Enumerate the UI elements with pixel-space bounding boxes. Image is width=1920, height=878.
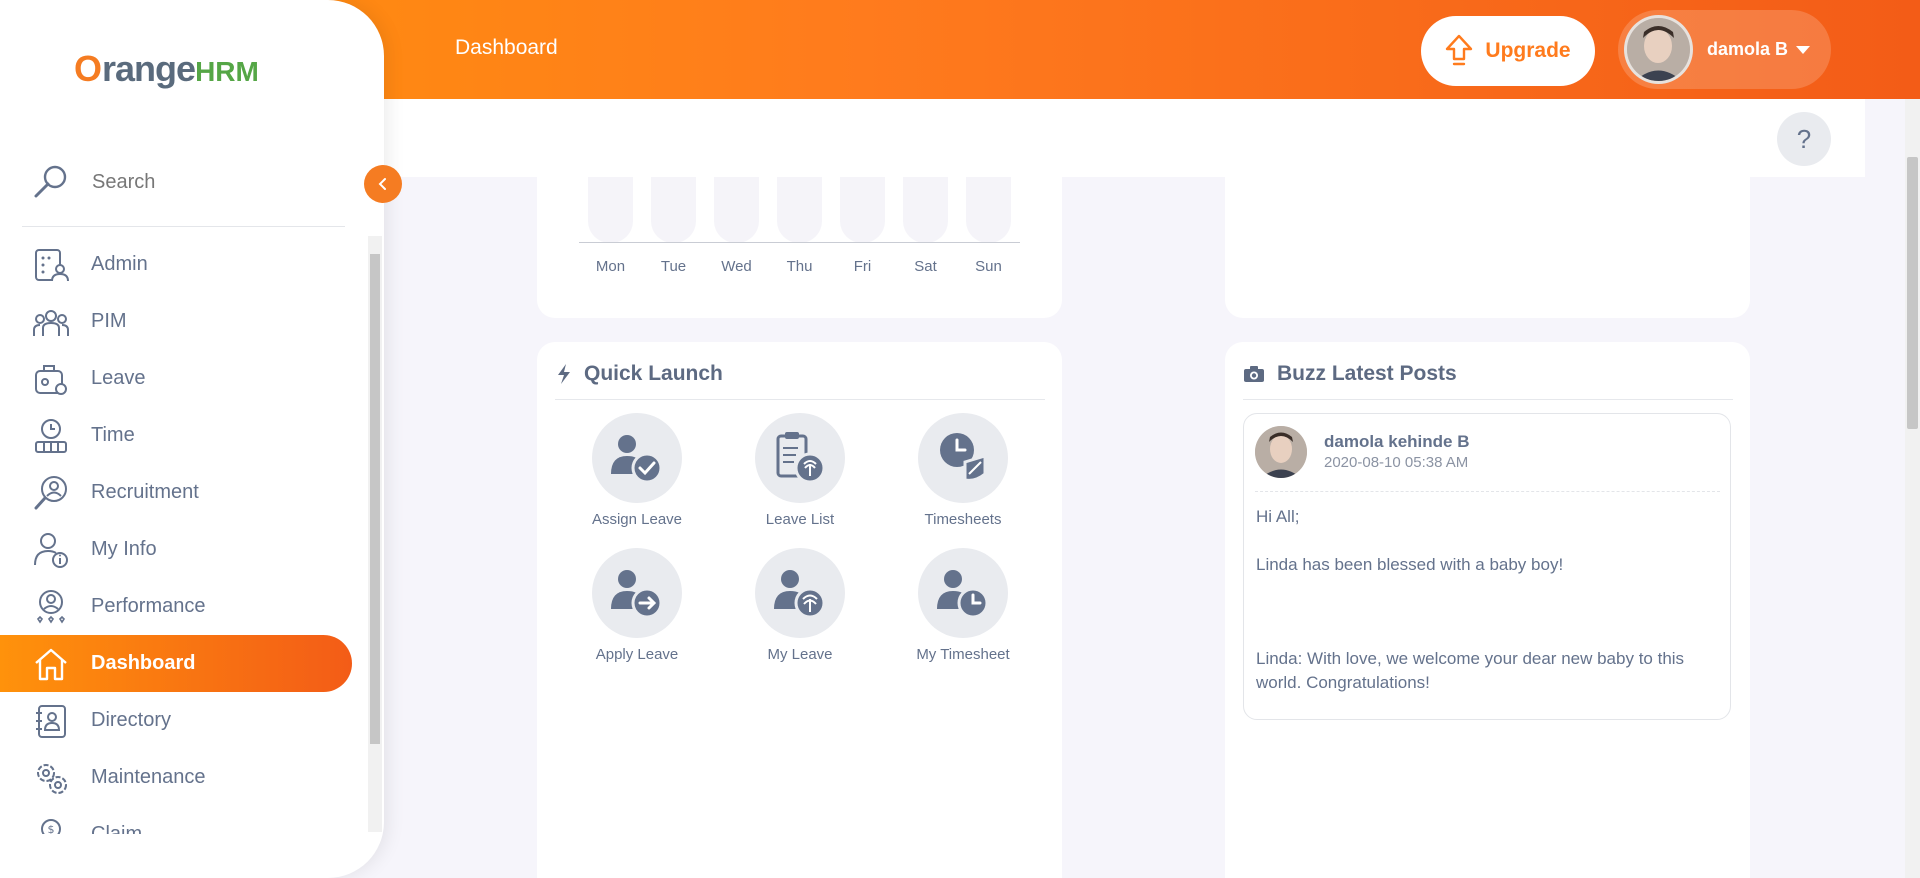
week-bar xyxy=(840,177,885,243)
sidebar-item-recruitment[interactable]: Recruitment xyxy=(0,464,352,521)
sidebar-item-time[interactable]: Time xyxy=(0,407,352,464)
chevron-down-icon xyxy=(1796,45,1811,54)
chart-axis xyxy=(579,242,1020,243)
claim-icon: $ xyxy=(41,818,61,835)
quick-launch-label: Assign Leave xyxy=(591,511,683,528)
upgrade-arrow-icon xyxy=(1446,34,1473,66)
chevron-left-icon xyxy=(378,178,386,190)
week-bar xyxy=(966,177,1011,243)
sidebar: OrangeHRM Search Admin PIM Leave Time Re… xyxy=(0,0,384,878)
buzz-title: Buzz Latest Posts xyxy=(1277,362,1457,385)
home-icon xyxy=(35,648,67,680)
day-label: Mon xyxy=(595,258,626,275)
sidebar-scrollbar[interactable] xyxy=(368,236,382,832)
avatar xyxy=(1255,426,1307,478)
quick-launch-my-leave[interactable]: My Leave xyxy=(725,548,875,663)
sidebar-item-my-info[interactable]: My Info xyxy=(0,521,352,578)
sidebar-item-pim[interactable]: PIM xyxy=(0,293,352,350)
time-icon xyxy=(35,418,67,453)
quick-launch-apply-leave[interactable]: Apply Leave xyxy=(562,548,712,663)
my-info-icon xyxy=(34,532,68,568)
orangehrm-logo: OrangeHRM xyxy=(74,48,259,89)
sidebar-item-admin[interactable]: Admin xyxy=(0,236,352,293)
sidebar-clip: $ Claim xyxy=(0,806,352,834)
day-label: Tue xyxy=(660,258,687,275)
upgrade-label: Upgrade xyxy=(1485,39,1571,62)
search-label: Search xyxy=(92,170,156,193)
week-bar xyxy=(903,177,948,243)
apply-leave-icon xyxy=(611,570,663,619)
quick-launch-header: Quick Launch xyxy=(556,362,723,386)
quick-launch-label: Timesheets xyxy=(924,511,1002,528)
post-date: 2020-08-10 05:38 AM xyxy=(1324,454,1469,471)
assign-leave-icon xyxy=(611,435,663,484)
svg-text:$: $ xyxy=(48,823,55,835)
quick-launch-label: My Leave xyxy=(767,646,833,663)
page-title: Dashboard xyxy=(455,36,558,59)
collapse-sidebar-button[interactable] xyxy=(364,165,402,203)
sidebar-item-maintenance[interactable]: Maintenance xyxy=(0,749,352,806)
lightning-icon xyxy=(558,364,570,384)
week-bar xyxy=(777,177,822,243)
quick-launch-label: Apply Leave xyxy=(595,646,679,663)
leave-list-icon xyxy=(776,432,826,484)
day-label: Fri xyxy=(853,258,872,275)
day-label: Sat xyxy=(914,258,937,275)
divider xyxy=(1243,399,1733,400)
post-text: Linda: With love, we welcome your dear n… xyxy=(1256,649,1685,692)
day-label: Wed xyxy=(721,258,752,275)
upgrade-button[interactable]: Upgrade xyxy=(1421,16,1595,86)
summary-card xyxy=(1225,150,1750,318)
sidebar-item-directory[interactable]: Directory xyxy=(0,692,352,749)
day-label: Sun xyxy=(975,258,1002,275)
post-text: Linda has been blessed with a baby boy! xyxy=(1256,555,1564,574)
maintenance-icon xyxy=(37,763,67,794)
my-timesheet-icon xyxy=(937,570,989,619)
quick-launch-label: Leave List xyxy=(765,511,835,528)
sidebar-item-dashboard[interactable]: Dashboard xyxy=(0,635,352,692)
my-leave-icon xyxy=(774,570,826,619)
quick-launch-leave-list[interactable]: Leave List xyxy=(725,413,875,528)
sidebar-item-claim[interactable]: $ Claim xyxy=(0,806,352,834)
divider xyxy=(555,399,1045,400)
sidebar-item-leave[interactable]: Leave xyxy=(0,350,352,407)
user-menu[interactable]: damola B xyxy=(1618,10,1831,89)
admin-icon xyxy=(35,248,69,281)
recruitment-icon xyxy=(34,475,67,509)
quick-launch-label: My Timesheet xyxy=(916,646,1010,663)
pim-icon xyxy=(33,309,69,336)
buzz-header: Buzz Latest Posts xyxy=(1243,362,1457,386)
directory-icon xyxy=(36,704,66,738)
quick-launch-timesheets[interactable]: Timesheets xyxy=(888,413,1038,528)
quick-launch-title: Quick Launch xyxy=(584,362,723,385)
day-label: Thu xyxy=(786,258,813,275)
week-bar xyxy=(651,177,696,243)
search-icon xyxy=(34,165,67,198)
post-author: damola kehinde B xyxy=(1324,432,1470,451)
quick-launch-my-timesheet[interactable]: My Timesheet xyxy=(888,548,1038,663)
buzz-post[interactable]: damola kehinde B 2020-08-10 05:38 AM Hi … xyxy=(1243,413,1731,720)
avatar xyxy=(1624,15,1693,84)
sidebar-search[interactable]: Search xyxy=(33,164,155,200)
timesheets-icon xyxy=(940,433,987,482)
week-bar xyxy=(588,177,633,243)
user-name: damola B xyxy=(1707,39,1789,59)
camera-icon xyxy=(1244,366,1264,382)
help-button[interactable]: ? xyxy=(1777,112,1831,166)
performance-icon xyxy=(36,589,66,623)
divider xyxy=(22,226,345,227)
week-bar xyxy=(714,177,759,243)
post-text: Hi All; xyxy=(1256,507,1300,526)
divider xyxy=(1255,491,1720,492)
leave-icon xyxy=(35,364,67,395)
quick-launch-assign-leave[interactable]: Assign Leave xyxy=(562,413,712,528)
page-scrollbar[interactable] xyxy=(1905,99,1920,878)
sidebar-item-performance[interactable]: Performance xyxy=(0,578,352,635)
